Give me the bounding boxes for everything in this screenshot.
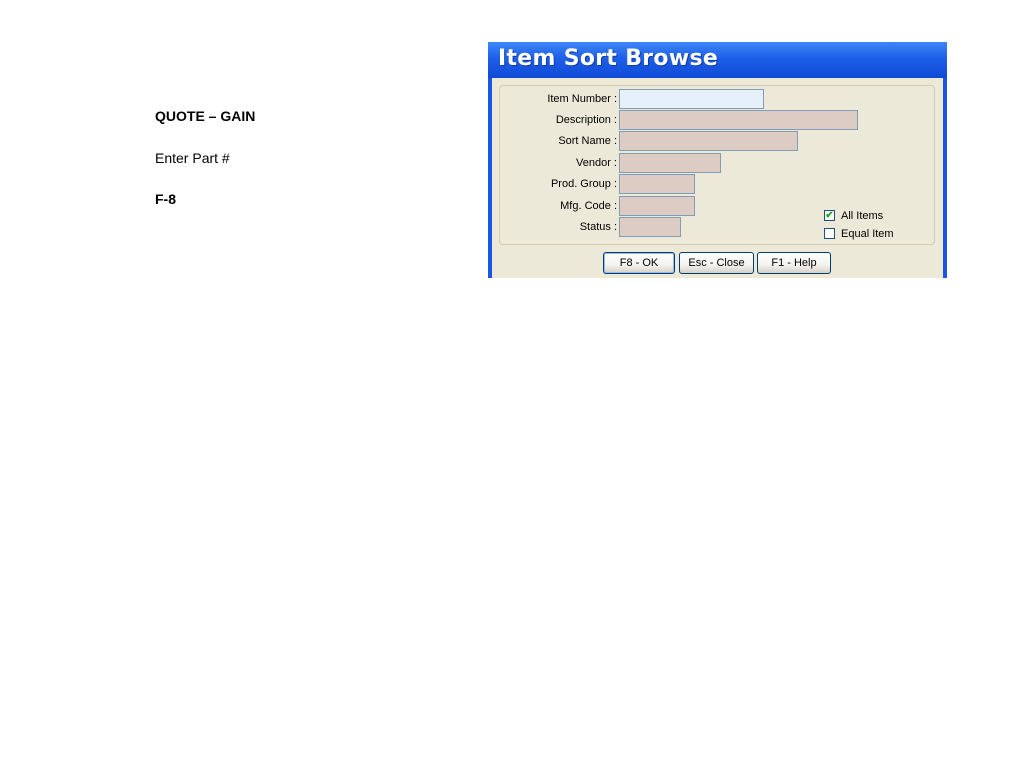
item-number-label: Item Number : (547, 93, 617, 105)
status-label: Status : (579, 221, 617, 233)
description-input[interactable] (619, 110, 858, 130)
sort-name-label: Sort Name : (558, 135, 617, 147)
vendor-label: Vendor : (576, 157, 617, 169)
notes-shortcut-key: F-8 (155, 191, 176, 207)
mfg-code-input[interactable] (619, 196, 695, 216)
window-titlebar[interactable]: Item Sort Browse (488, 42, 947, 78)
prod-group-label: Prod. Group : (550, 178, 617, 190)
sort-name-input[interactable] (619, 131, 798, 151)
prod-group-input[interactable] (619, 174, 695, 194)
equal-item-box-icon[interactable] (824, 228, 835, 239)
close-button[interactable]: Esc - Close (679, 252, 754, 274)
notes-heading: QUOTE – GAIN (155, 108, 256, 124)
description-label: Description : (555, 114, 617, 126)
equal-item-label[interactable]: Equal Item (841, 226, 894, 242)
dialog-body: Item Number : Description : Sort Name : … (492, 78, 943, 278)
all-items-checkmark-icon[interactable]: ✔ (824, 210, 835, 221)
ok-button[interactable]: F8 - OK (603, 252, 675, 274)
window-title: Item Sort Browse (498, 46, 719, 71)
search-criteria-group: Item Number : Description : Sort Name : … (499, 85, 935, 245)
slide-page: QUOTE – GAIN Enter Part # F-8 Item Sort … (0, 0, 1024, 768)
item-number-input[interactable] (619, 89, 764, 109)
all-items-label[interactable]: All Items (841, 208, 883, 224)
notes-step: Enter Part # (155, 150, 230, 166)
mfg-code-label: Mfg. Code : (560, 200, 617, 212)
status-input[interactable] (619, 217, 681, 237)
item-sort-browse-window: Item Sort Browse Item Number : Descripti… (488, 42, 947, 278)
vendor-input[interactable] (619, 153, 721, 173)
help-button[interactable]: F1 - Help (757, 252, 831, 274)
